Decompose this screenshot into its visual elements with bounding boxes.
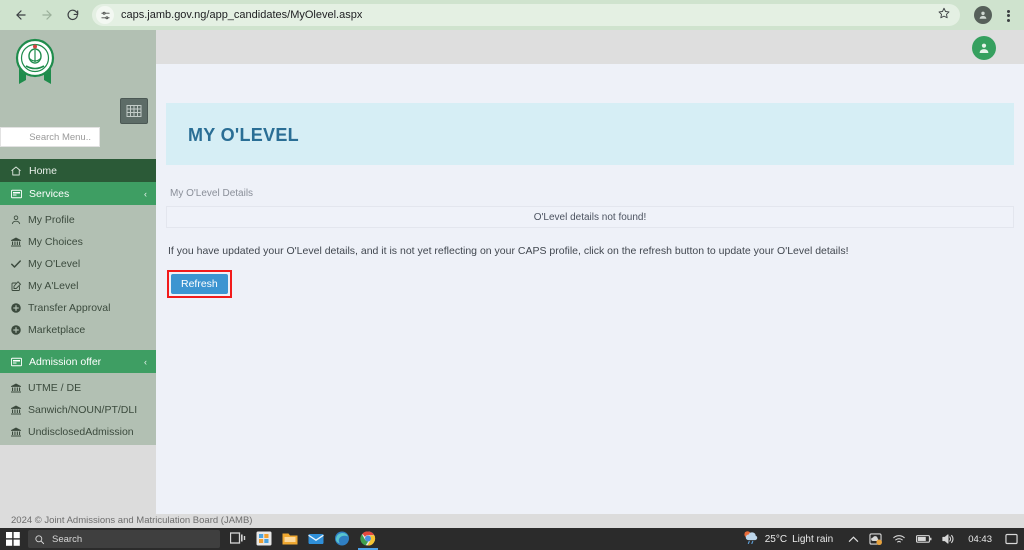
sidebar-item-label: Marketplace	[28, 324, 86, 336]
reload-icon[interactable]	[60, 2, 86, 28]
services-card-icon	[9, 356, 23, 368]
status-alert: O'Level details not found!	[166, 206, 1014, 228]
sidebar-item-home[interactable]: Home	[0, 159, 156, 182]
bank-icon	[9, 382, 23, 394]
battery-icon[interactable]	[916, 534, 932, 544]
weather-condition: Light rain	[792, 533, 834, 545]
back-arrow-icon[interactable]	[8, 2, 34, 28]
sidebar-item-my-profile[interactable]: My Profile	[0, 209, 156, 231]
sidebar-item-label: UndisclosedAdmission	[28, 426, 134, 438]
footer-text: 2024 © Joint Admissions and Matriculatio…	[11, 515, 253, 526]
circle-plus-icon	[9, 324, 23, 336]
taskbar: Search 25°C Light rain 04:43	[0, 528, 1024, 550]
rain-cloud-icon	[742, 530, 760, 549]
bank-icon	[9, 236, 23, 248]
sidebar-item-label: My Profile	[28, 214, 75, 226]
bank-icon	[9, 404, 23, 416]
refresh-highlight-box: Refresh	[167, 270, 232, 298]
edge-browser-icon[interactable]	[334, 531, 350, 547]
chrome-browser-icon[interactable]	[358, 531, 378, 550]
sidebar-item-label: Home	[29, 164, 58, 177]
page-banner: MY O'LEVEL	[166, 103, 1014, 165]
sidebar-item-label: Sanwich/NOUN/PT/DLI	[28, 404, 138, 416]
check-icon	[9, 258, 23, 270]
circle-plus-icon	[9, 302, 23, 314]
file-explorer-icon[interactable]	[282, 531, 298, 547]
main-content: MY O'LEVEL My O'Level Details O'Level de…	[156, 64, 1024, 528]
page-title: MY O'LEVEL	[188, 125, 299, 145]
sidebar-item-label: My A'Level	[28, 280, 79, 292]
sidebar-item-my-olevel[interactable]: My O'Level	[0, 253, 156, 275]
services-card-icon	[9, 188, 23, 200]
search-icon	[35, 534, 45, 544]
tray-chevron-up-icon[interactable]	[848, 535, 859, 544]
onedrive-icon[interactable]	[869, 533, 883, 545]
wifi-icon[interactable]	[892, 533, 906, 545]
search-input[interactable]	[1, 131, 91, 143]
profile-avatar-icon[interactable]	[974, 6, 992, 24]
user-icon	[9, 214, 23, 226]
tune-icon[interactable]	[96, 6, 114, 24]
alert-text: O'Level details not found!	[533, 211, 647, 223]
address-bar[interactable]: caps.jamb.gov.ng/app_candidates/MyOlevel…	[92, 4, 960, 26]
sidebar-item-label: My Choices	[28, 236, 83, 248]
info-text: If you have updated your O'Level details…	[168, 245, 849, 257]
edit-square-icon	[9, 280, 23, 292]
three-dot-menu-icon[interactable]	[1000, 7, 1016, 23]
user-avatar-icon[interactable]	[972, 36, 996, 60]
star-icon[interactable]	[932, 6, 956, 24]
weather-widget[interactable]: 25°C Light rain	[742, 530, 833, 549]
system-tray: 25°C Light rain 04:43	[742, 530, 1024, 549]
taskbar-search-label: Search	[52, 533, 83, 545]
home-icon	[9, 165, 23, 177]
refresh-button[interactable]: Refresh	[171, 274, 228, 294]
grid-menu-icon[interactable]	[120, 98, 148, 124]
jamb-logo	[12, 34, 58, 90]
sidebar-item-label: UTME / DE	[28, 382, 82, 394]
volume-icon[interactable]	[942, 533, 955, 545]
admission-submenu: UTME / DE Sanwich/NOUN/PT/DLI Undisclose…	[0, 373, 156, 445]
sidebar-item-utme-de[interactable]: UTME / DE	[0, 377, 156, 399]
sidebar-item-my-alevel[interactable]: My A'Level	[0, 275, 156, 297]
sidebar-item-sandwich-noun[interactable]: Sanwich/NOUN/PT/DLI	[0, 399, 156, 421]
breadcrumb: My O'Level Details	[170, 188, 254, 199]
notification-icon[interactable]	[1005, 533, 1018, 545]
sidebar-item-label: My O'Level	[28, 258, 81, 270]
weather-temperature: 25°C	[764, 533, 788, 545]
sidebar-nav: Home Services ‹ My Profile My Choices My…	[0, 159, 156, 445]
taskbar-clock[interactable]: 04:43	[968, 534, 992, 545]
windows-start-icon[interactable]	[0, 528, 26, 550]
screen: caps.jamb.gov.ng/app_candidates/MyOlevel…	[0, 0, 1024, 550]
sidebar-item-undisclosed-admission[interactable]: UndisclosedAdmission	[0, 421, 156, 443]
services-submenu: My Profile My Choices My O'Level My A'Le…	[0, 205, 156, 350]
sidebar-item-label: Services	[29, 187, 70, 200]
sidebar-item-services[interactable]: Services ‹	[0, 182, 156, 205]
browser-toolbar: caps.jamb.gov.ng/app_candidates/MyOlevel…	[0, 0, 1024, 30]
submenu-spacer	[0, 341, 156, 348]
sidebar-item-marketplace[interactable]: Marketplace	[0, 319, 156, 341]
sidebar-item-label: Admission offer	[29, 355, 102, 368]
bank-icon	[9, 426, 23, 438]
mail-icon[interactable]	[308, 531, 324, 547]
microsoft-store-icon[interactable]	[256, 531, 272, 547]
page-viewport: Home Services ‹ My Profile	[0, 30, 1024, 528]
chevron-left-icon: ‹	[144, 188, 147, 199]
taskbar-search[interactable]: Search	[28, 530, 220, 548]
sidebar-item-transfer-approval[interactable]: Transfer Approval	[0, 297, 156, 319]
sidebar: Home Services ‹ My Profile	[0, 30, 156, 445]
taskbar-icons	[229, 531, 378, 550]
url-text: caps.jamb.gov.ng/app_candidates/MyOlevel…	[121, 9, 363, 21]
forward-arrow-icon[interactable]	[34, 2, 60, 28]
task-view-icon[interactable]	[229, 531, 246, 547]
sidebar-item-my-choices[interactable]: My Choices	[0, 231, 156, 253]
chevron-left-icon: ‹	[144, 356, 147, 367]
search-menu-wrapper[interactable]	[0, 127, 100, 147]
sidebar-item-label: Transfer Approval	[28, 302, 111, 314]
sidebar-item-admission-offer[interactable]: Admission offer ‹	[0, 350, 156, 373]
